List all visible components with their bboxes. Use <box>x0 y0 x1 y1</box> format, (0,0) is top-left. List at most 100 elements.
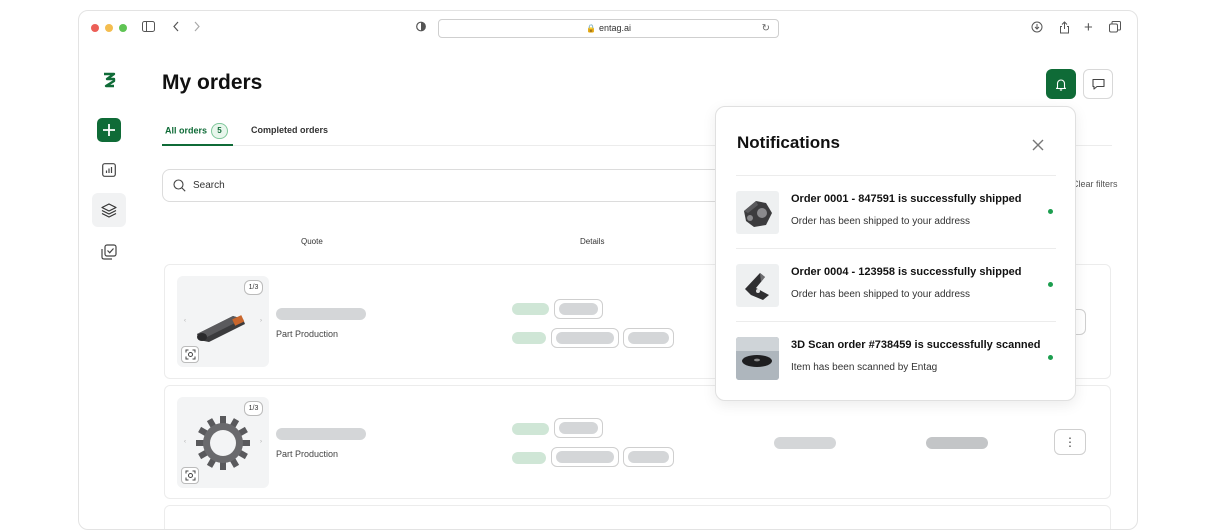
detail-placeholder <box>556 332 614 344</box>
clear-filters-link[interactable]: Clear filters <box>1072 179 1118 189</box>
part-type-label: Part Production <box>276 449 339 459</box>
scanned-disc-image <box>736 337 779 380</box>
close-window-button[interactable] <box>91 24 99 32</box>
detail-chip <box>551 328 619 348</box>
detail-placeholder <box>556 451 614 463</box>
value-placeholder <box>926 437 988 449</box>
sidebar-item-orders[interactable] <box>92 193 126 227</box>
share-icon[interactable] <box>1059 21 1070 37</box>
logo-icon[interactable] <box>102 71 116 89</box>
add-icon <box>103 124 115 136</box>
page-title: My orders <box>162 71 263 94</box>
notification-subtitle: Order has been shipped to your address <box>791 216 970 227</box>
notification-subtitle: Item has been scanned by Entag <box>791 362 938 373</box>
chat-icon <box>1091 78 1105 90</box>
scan-button[interactable] <box>181 346 199 363</box>
notification-item[interactable]: Order 0004 - 123958 is successfully ship… <box>736 248 1056 321</box>
status-placeholder <box>512 423 549 435</box>
notification-title: Order 0004 - 123958 is successfully ship… <box>791 266 1022 278</box>
reload-icon[interactable]: ↻ <box>762 20 770 37</box>
notification-subtitle: Order has been shipped to your address <box>791 289 970 300</box>
part-type-label: Part Production <box>276 329 339 339</box>
bracket-part-image <box>744 201 772 227</box>
image-page-indicator: 1/3 <box>244 280 263 295</box>
detail-chip <box>551 447 619 467</box>
download-icon[interactable] <box>1031 21 1043 36</box>
tab-label: Completed orders <box>251 125 329 135</box>
scan-icon <box>185 349 195 360</box>
quote-placeholder <box>276 308 366 320</box>
back-icon[interactable] <box>172 21 180 35</box>
tab-all-orders[interactable]: All orders 5 <box>165 123 229 139</box>
unread-indicator <box>1048 209 1053 214</box>
part-thumbnail[interactable]: 1/3 ‹ › <box>177 397 269 488</box>
search-placeholder: Search <box>193 180 225 191</box>
gear-image <box>196 416 250 470</box>
detail-placeholder <box>559 303 598 315</box>
count-badge: 5 <box>211 123 229 139</box>
detail-placeholder <box>628 332 669 344</box>
layers-icon <box>101 202 117 218</box>
table-row[interactable] <box>164 505 1111 529</box>
tab-completed-orders[interactable]: Completed orders <box>251 125 328 135</box>
plus-icon[interactable]: + <box>1084 20 1093 35</box>
notifications-title: Notifications <box>737 133 840 152</box>
unread-indicator <box>1048 355 1053 360</box>
row-menu-button[interactable]: ⋮ <box>1054 429 1086 455</box>
detail-chip <box>623 328 674 348</box>
detail-chip <box>554 299 603 319</box>
notification-thumbnail <box>736 264 779 307</box>
image-page-indicator: 1/3 <box>244 401 263 416</box>
notification-item[interactable]: 3D Scan order #738459 is successfully sc… <box>736 321 1056 394</box>
tab-label: All orders <box>165 125 208 136</box>
notification-thumbnail <box>736 191 779 234</box>
shield-icon[interactable] <box>416 21 426 35</box>
notification-item[interactable]: Order 0001 - 847591 is successfully ship… <box>736 175 1056 248</box>
browser-toolbar: 🔒 entag.ai ↻ + <box>79 11 1137 47</box>
add-order-button[interactable] <box>97 118 121 142</box>
prev-image-icon[interactable]: ‹ <box>184 318 186 324</box>
status-placeholder <box>512 452 546 464</box>
tabs-icon[interactable] <box>1109 21 1121 36</box>
column-header-details: Details <box>580 237 605 246</box>
notifications-button[interactable] <box>1046 69 1076 99</box>
status-placeholder <box>512 332 546 344</box>
sidebar-item-tasks[interactable] <box>97 240 121 264</box>
close-icon[interactable] <box>1030 137 1046 153</box>
next-image-icon[interactable]: › <box>260 439 262 445</box>
more-icon: ⋮ <box>1064 435 1076 449</box>
forward-icon[interactable] <box>193 21 201 35</box>
search-input[interactable]: Search <box>162 169 762 202</box>
notification-title: 3D Scan order #738459 is successfully sc… <box>791 339 1041 351</box>
detail-chip <box>623 447 674 467</box>
prev-image-icon[interactable]: ‹ <box>184 439 186 445</box>
angled-part-image <box>745 273 769 300</box>
value-placeholder <box>774 437 836 449</box>
search-icon <box>173 179 186 192</box>
scan-button[interactable] <box>181 467 199 484</box>
scan-icon <box>185 470 195 481</box>
quote-placeholder <box>276 428 366 440</box>
notification-thumbnail <box>736 337 779 380</box>
sidebar-icon[interactable] <box>142 21 155 35</box>
part-image <box>197 315 245 342</box>
browser-window: 🔒 entag.ai ↻ + My orders All orders 5 Co… <box>78 10 1138 530</box>
url-text: entag.ai <box>598 23 631 33</box>
lock-icon: 🔒 <box>586 24 596 33</box>
status-placeholder <box>512 303 549 315</box>
messages-button[interactable] <box>1083 69 1113 99</box>
active-tab-indicator <box>162 144 233 146</box>
detail-chip <box>554 418 603 438</box>
address-bar[interactable]: 🔒 entag.ai ↻ <box>438 19 779 38</box>
notifications-panel: Notifications Order 0001 - 847591 is suc… <box>715 106 1076 401</box>
notification-title: Order 0001 - 847591 is successfully ship… <box>791 193 1022 205</box>
detail-placeholder <box>559 422 598 434</box>
part-thumbnail[interactable]: 1/3 ‹ › <box>177 276 269 367</box>
chart-icon <box>102 163 116 177</box>
next-image-icon[interactable]: › <box>260 318 262 324</box>
bell-icon <box>1055 78 1067 91</box>
maximize-window-button[interactable] <box>119 24 127 32</box>
sidebar-item-analytics[interactable] <box>97 158 121 182</box>
minimize-window-button[interactable] <box>105 24 113 32</box>
table-row[interactable]: 1/3 ‹ › Part Production ⋮ <box>164 385 1111 499</box>
